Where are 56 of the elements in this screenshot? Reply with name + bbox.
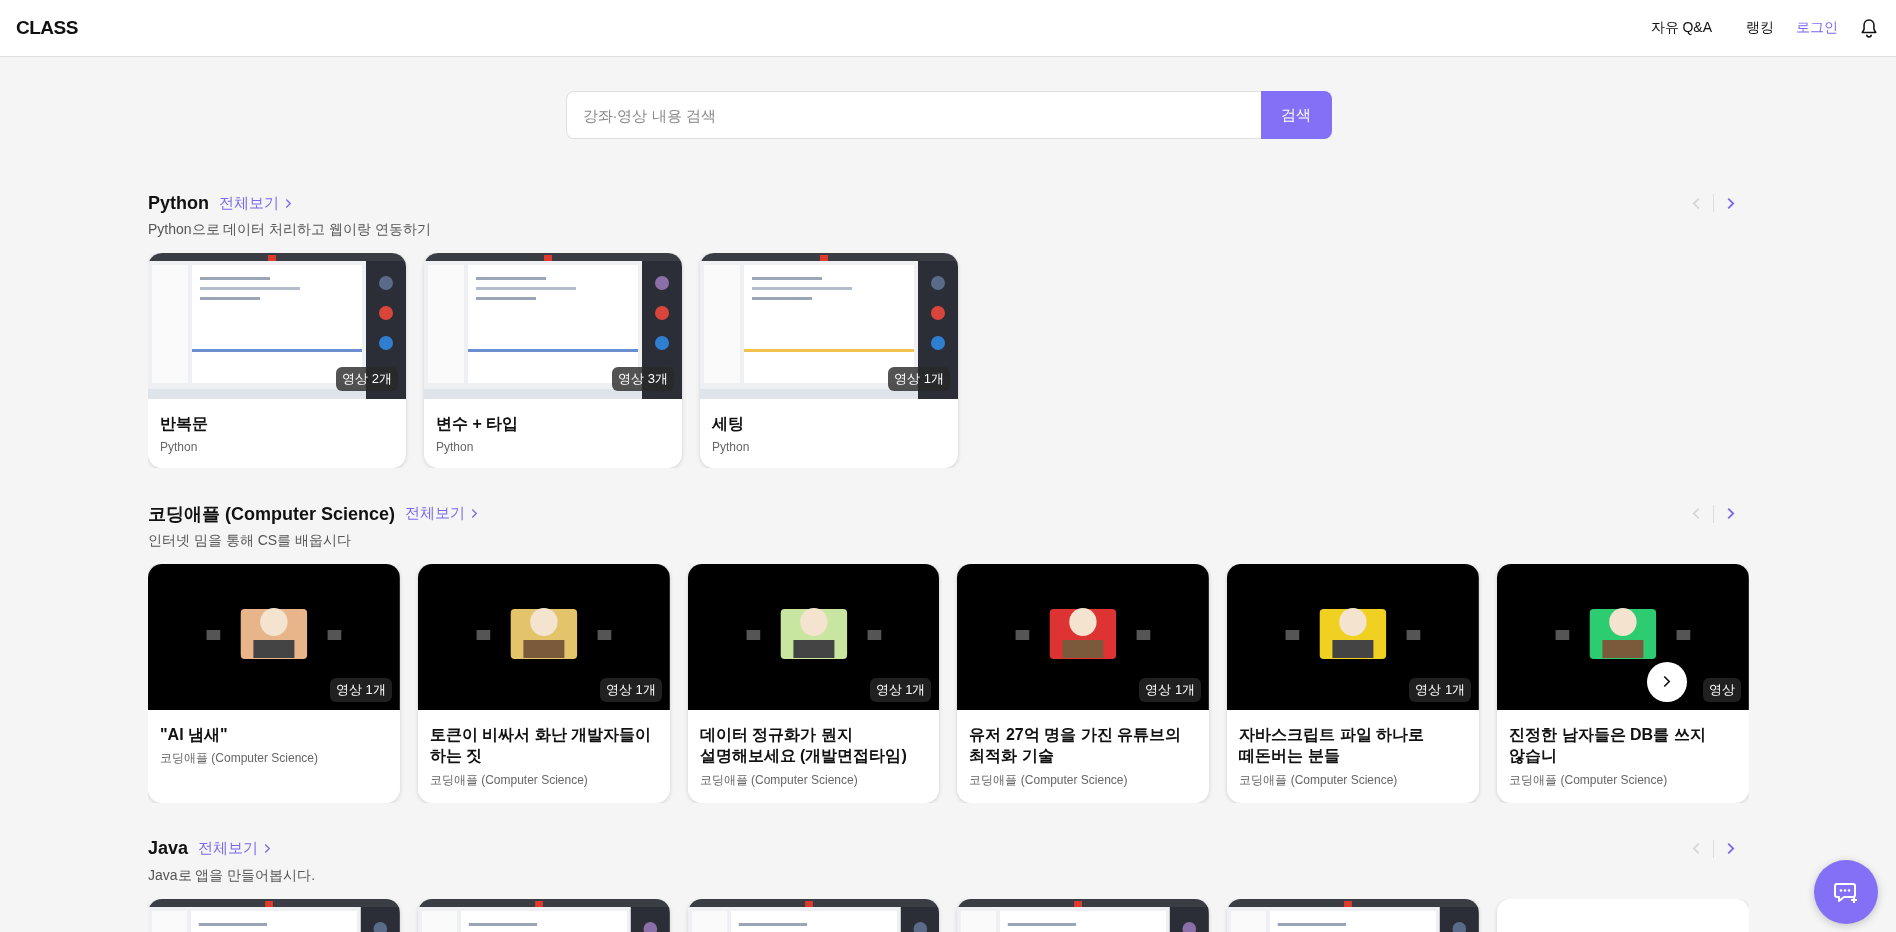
view-all-link[interactable]: 전체보기	[198, 839, 272, 859]
card-category: 코딩애플 (Computer Science)	[699, 771, 859, 789]
course-card[interactable]: 영상 1개 데이터 정규화가 뭔지 설명해보세요 (개발면접타임) 코딩애플 (Computer Science)	[687, 563, 940, 803]
card-title: 세팅	[712, 414, 745, 434]
nav-link[interactable]: 랭킹	[1746, 19, 1774, 37]
card-category: 코딩애플 (Computer Science)	[429, 771, 589, 789]
course-card[interactable]: 영상 1개 토큰이 비싸서 화난 개발자들이 하는 짓 코딩애플 (Computer Science)	[417, 563, 670, 803]
search-field[interactable]: 강좌·영상 내용 검색	[565, 91, 1261, 139]
section-description: Java로 앱을 만들어봅시다.	[148, 866, 317, 885]
video-count-badge: 영상 2개	[336, 367, 398, 391]
section-title: 코딩애플 (Computer Science)	[148, 502, 396, 526]
card-title: 데이터 정규화가 뭔지 설명해보세요 (개발면접타임)	[699, 724, 908, 767]
card-category: Python	[436, 439, 475, 454]
video-count-badge: 영상 3개	[612, 367, 674, 391]
course-card[interactable]: 영상 1개 세팅 Python	[700, 253, 958, 468]
course-card[interactable]: 영상 1개 유저 27억 명을 가진 유튜브의 최적화 기술 코딩애플 (Computer Science)	[957, 563, 1210, 803]
card-title: 토큰이 비싸서 화난 개발자들이 하는 짓	[429, 724, 653, 767]
card-category: 코딩애플 (Computer Science)	[1509, 771, 1669, 789]
card-category: Python	[712, 439, 751, 454]
card-title: 자바스크립트 파일 하나로 떼돈버는 분들	[1239, 724, 1426, 767]
video-count-badge: 영상 1개	[1409, 677, 1472, 702]
next-button[interactable]	[1726, 842, 1735, 856]
card-category: Python	[160, 439, 199, 454]
next-button[interactable]	[1726, 507, 1735, 521]
search-button[interactable]: 검색	[1260, 91, 1332, 139]
chat-button[interactable]	[1814, 860, 1878, 924]
logo[interactable]: CLASS	[16, 17, 78, 39]
nav-link[interactable]: 로그인	[1796, 19, 1838, 37]
section-title: Python	[148, 192, 209, 214]
section-description: 인터넷 밈을 통해 CS를 배웁시다	[148, 531, 352, 550]
video-count-badge: 영상 1개	[1139, 677, 1202, 702]
video-count-badge: 영상 1개	[888, 367, 950, 391]
chevron-right-icon	[471, 508, 479, 520]
section-description: Python으로 데이터 처리하고 웹이랑 연동하기	[148, 221, 433, 239]
card-category: 코딩애플 (Computer Science)	[1239, 771, 1399, 789]
section-title: Java	[148, 838, 189, 860]
course-card[interactable]: 영상 1개 자바스크립트 파일 하나로 떼돈버는 분들 코딩애플 (Computer Science)	[1227, 563, 1480, 803]
card-category: 코딩애플 (Computer Science)	[969, 771, 1129, 789]
course-card[interactable]: 영상 3개 변수 + 타입 Python	[424, 253, 682, 468]
chevron-right-icon	[264, 843, 272, 855]
bell-icon[interactable]	[1860, 18, 1878, 38]
nav-link[interactable]: 자유 Q&A	[1650, 19, 1712, 37]
chevron-right-icon	[285, 197, 292, 209]
course-card[interactable]: 영상 진정한 남자들은 DB를 쓰지 않습니 코딩애플 (Computer Science)	[1497, 563, 1749, 803]
view-all-link[interactable]: 전체보기	[405, 504, 479, 524]
card-title: 반복문	[160, 414, 209, 434]
view-all-link[interactable]: 전체보기	[219, 193, 292, 213]
course-card[interactable]: 영상 2개 반복문 Python	[148, 253, 406, 468]
chevron-right-icon	[1662, 675, 1672, 689]
card-category: 코딩애플 (Computer Science)	[160, 750, 320, 768]
course-card[interactable]: 영상 1개 "AI 냄새" 코딩애플 (Computer Science)	[148, 563, 400, 803]
card-title: 유저 27억 명을 가진 유튜브의 최적화 기술	[969, 724, 1183, 767]
next-button[interactable]	[1726, 196, 1735, 210]
card-title: "AI 냄새"	[160, 724, 229, 745]
card-title: 진정한 남자들은 DB를 쓰지 않습니	[1509, 724, 1707, 767]
card-title: 변수 + 타입	[436, 414, 520, 434]
